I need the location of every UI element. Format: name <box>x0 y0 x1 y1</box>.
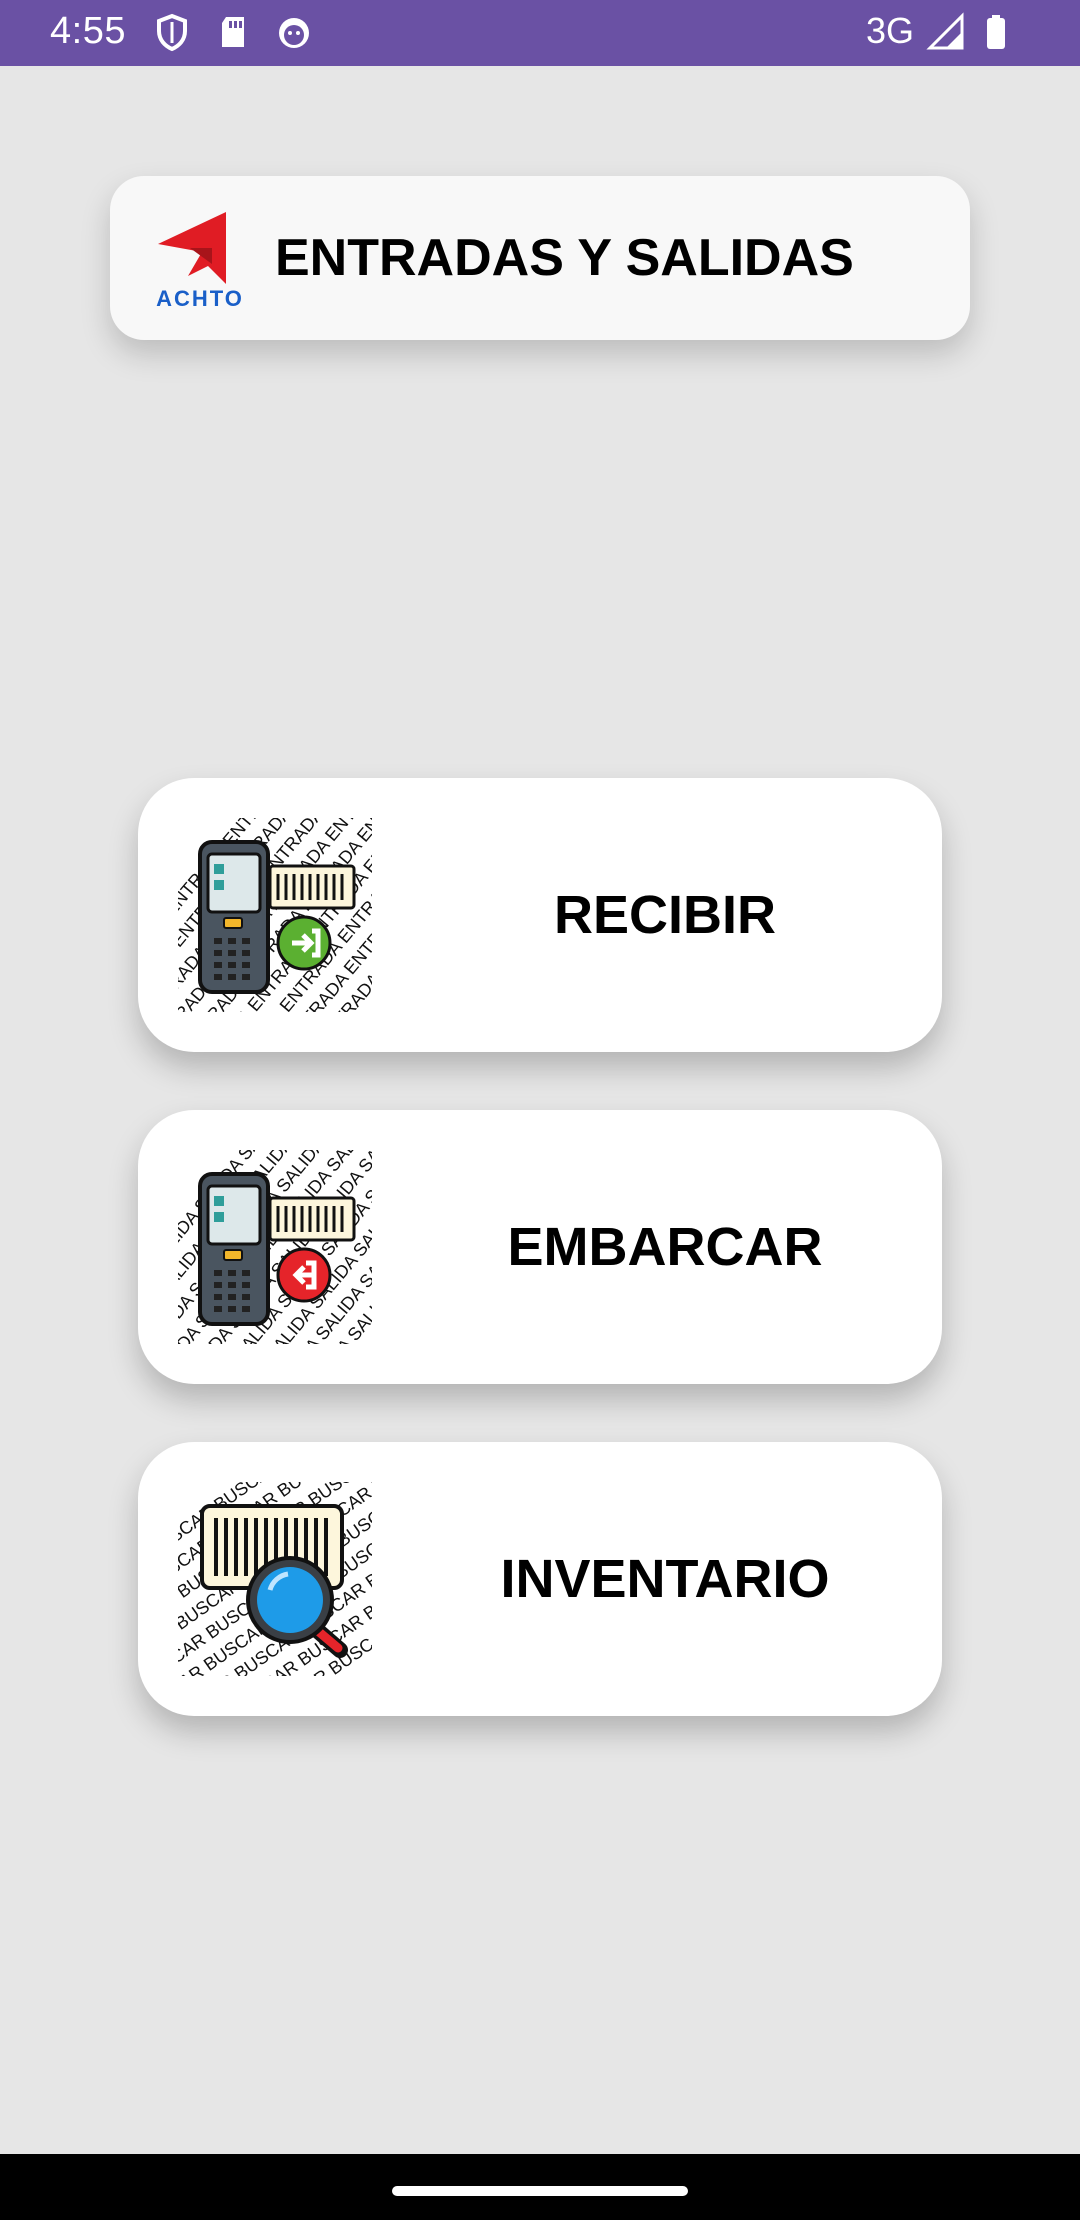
battery-icon <box>987 15 1005 49</box>
status-bar: 4:55 3G <box>0 0 1080 66</box>
home-gesture-handle[interactable] <box>392 2186 688 2196</box>
scanner-entry-icon: ENTRADA ENTRADA ENTRADA ENTRADA ENTRADA … <box>178 818 372 1012</box>
recibir-label: RECIBIR <box>553 885 776 945</box>
logo-text: ACHTO <box>156 286 244 311</box>
network-type: 3G <box>866 10 915 51</box>
embarcar-button[interactable]: SALIDA SALIDA SALIDA SALIDA SALIDA SALID… <box>138 1110 942 1384</box>
achto-logo: ACHTO <box>150 204 250 314</box>
barcode-search-icon: BUSCAR BUSCAR BUSCAR BUSCAR BUSCAR BUSCA… <box>178 1482 372 1676</box>
recibir-button[interactable]: ENTRADA ENTRADA ENTRADA ENTRADA ENTRADA … <box>138 778 942 1052</box>
logo-mark-icon <box>158 212 226 284</box>
cat-icon <box>279 18 309 48</box>
sd-card-icon <box>222 17 244 47</box>
page-title: ENTRADAS Y SALIDAS <box>275 229 854 287</box>
menu-panel: ENTRADA ENTRADA ENTRADA ENTRADA ENTRADA … <box>110 760 970 1750</box>
header-card: ACHTO ENTRADAS Y SALIDAS <box>110 176 970 340</box>
status-time: 4:55 <box>50 10 126 52</box>
navigation-bar <box>0 2154 1080 2220</box>
signal-icon <box>926 12 964 50</box>
inventario-button[interactable]: BUSCAR BUSCAR BUSCAR BUSCAR BUSCAR BUSCA… <box>138 1442 942 1716</box>
inventario-label: INVENTARIO <box>500 1549 830 1609</box>
scanner-exit-icon: SALIDA SALIDA SALIDA SALIDA SALIDA SALID… <box>178 1150 372 1344</box>
embarcar-label: EMBARCAR <box>507 1217 823 1277</box>
shield-icon <box>157 13 187 52</box>
